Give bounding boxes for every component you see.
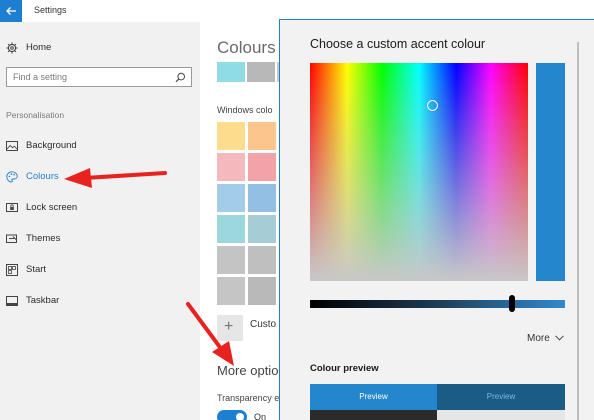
toggle-state-label: On (254, 412, 267, 420)
image-icon (6, 141, 18, 151)
themes-icon (6, 234, 17, 243)
sidebar-item-label: Background (26, 140, 77, 151)
colour-spectrum-picker[interactable] (310, 63, 528, 281)
gear-icon (6, 42, 18, 54)
colour-swatch[interactable] (248, 277, 276, 305)
page-title: Colours (217, 38, 276, 57)
brightness-slider[interactable] (310, 300, 565, 308)
colour-swatch[interactable] (217, 122, 245, 150)
more-options-heading: More optio (217, 363, 279, 378)
selected-colour-swatch (536, 63, 565, 281)
sidebar-item-background[interactable]: Background (0, 136, 200, 156)
sidebar-item-themes[interactable]: Themes (0, 229, 200, 249)
transparency-label: Transparency e (217, 393, 280, 403)
colour-swatch[interactable] (248, 184, 276, 212)
taskbar-icon (6, 296, 18, 306)
spectrum-cursor[interactable] (427, 100, 438, 111)
sidebar-item-label: Lock screen (26, 202, 78, 213)
sidebar-item-lock-screen[interactable]: Lock screen (0, 198, 200, 218)
plus-icon: + (224, 318, 234, 335)
custom-accent-colour-dialog: Choose a custom accent colour More Colou… (279, 19, 594, 420)
chevron-down-icon[interactable] (555, 335, 564, 341)
colour-swatch[interactable] (217, 246, 245, 274)
sidebar-item-label: Start (26, 264, 47, 275)
section-label: Personalisation (6, 110, 65, 120)
sidebar-item-label: Taskbar (26, 295, 60, 306)
custom-colour-button[interactable]: + (217, 315, 243, 341)
dialog-title: Choose a custom accent colour (310, 37, 486, 51)
colour-preview-label: Colour preview (310, 363, 379, 374)
colour-swatch[interactable] (248, 122, 276, 150)
back-button[interactable] (0, 0, 22, 22)
search-icon (175, 72, 185, 83)
colour-swatch[interactable] (217, 277, 245, 305)
colour-swatch[interactable] (248, 215, 276, 243)
search-box[interactable] (6, 67, 192, 87)
sidebar-home-label: Home (26, 42, 52, 53)
recent-colour-swatch[interactable] (247, 62, 275, 82)
search-input[interactable] (13, 71, 163, 83)
preview-light-bar (437, 410, 565, 420)
colour-swatch[interactable] (217, 184, 245, 212)
sidebar-item-start[interactable]: Start (0, 260, 200, 280)
colour-swatch[interactable] (248, 246, 276, 274)
palette-icon (6, 171, 18, 183)
more-link[interactable]: More (527, 333, 550, 344)
dialog-scrollbar[interactable] (577, 42, 579, 420)
start-icon (6, 264, 18, 276)
preview-light: Preview (310, 384, 437, 410)
preview-text: Preview (359, 392, 388, 401)
window-title: Settings (34, 5, 67, 15)
sidebar: Home Personalisation Background Colours (0, 22, 200, 420)
windows-colours-label: Windows colo (217, 105, 273, 115)
back-arrow-icon (6, 7, 16, 15)
sidebar-item-colours[interactable]: Colours (0, 167, 200, 187)
custom-colour-label: Custo (250, 319, 277, 330)
sidebar-item-label: Colours (26, 171, 59, 182)
colour-swatch[interactable] (217, 215, 245, 243)
brightness-slider-thumb[interactable] (509, 295, 515, 312)
colour-swatch[interactable] (217, 153, 245, 181)
colour-swatch[interactable] (248, 153, 276, 181)
sidebar-item-home[interactable]: Home (0, 38, 200, 58)
sidebar-item-label: Themes (26, 233, 61, 244)
preview-text: Preview (486, 392, 516, 401)
preview-dark: Preview (437, 384, 565, 410)
transparency-toggle[interactable] (217, 410, 247, 420)
preview-dark-bar (310, 410, 437, 420)
lock-screen-icon (6, 203, 18, 212)
recent-colour-swatch[interactable] (217, 62, 245, 82)
sidebar-item-taskbar[interactable]: Taskbar (0, 291, 200, 311)
